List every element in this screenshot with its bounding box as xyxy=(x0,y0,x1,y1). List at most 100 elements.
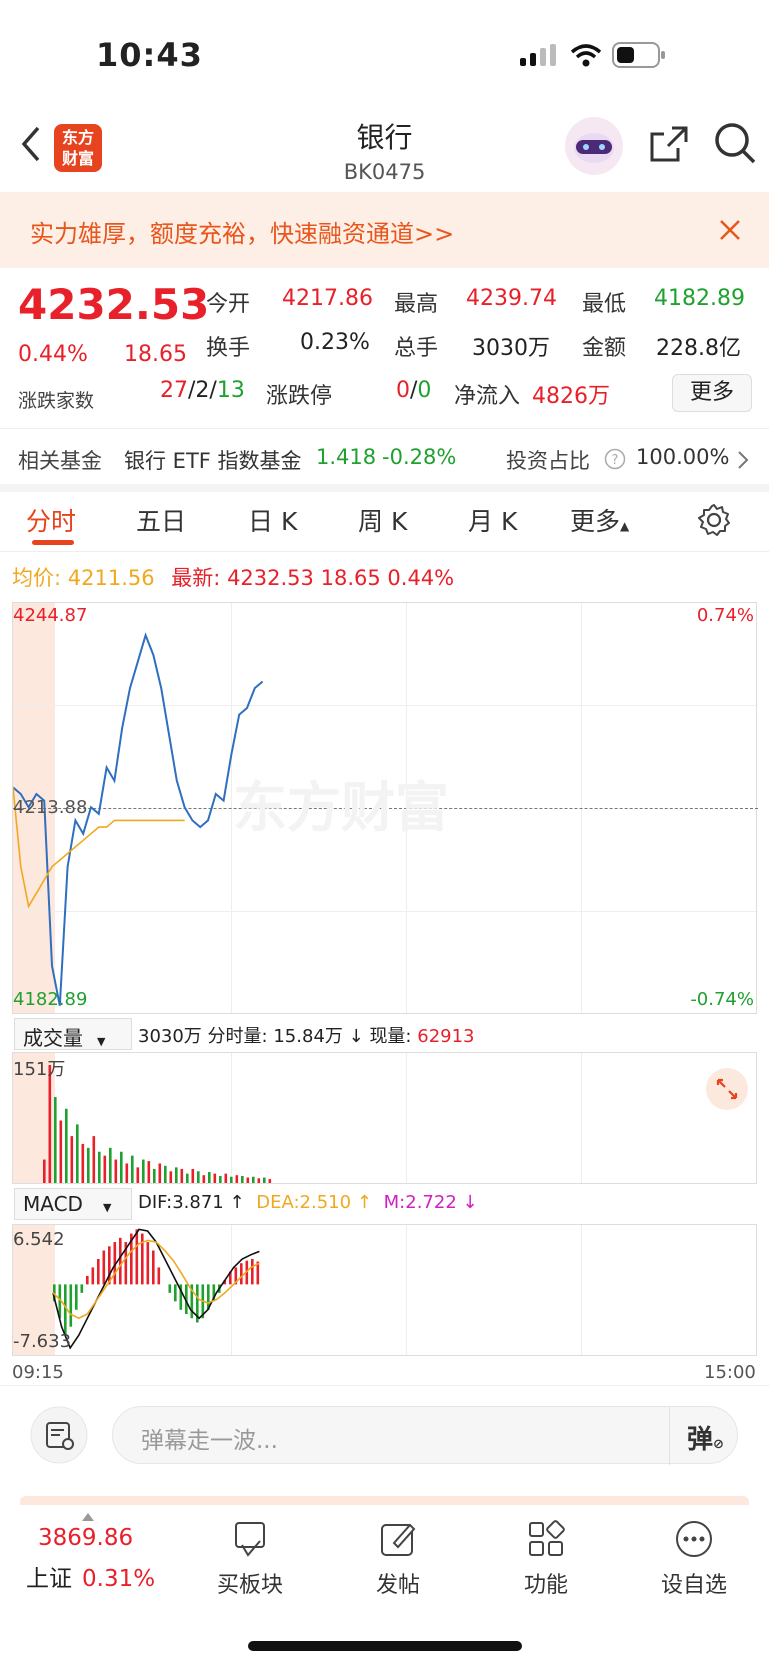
index-value[interactable]: 3869.86 xyxy=(38,1525,133,1551)
macd-y-high: 6.542 xyxy=(13,1229,65,1250)
related-fund-row[interactable]: 相关基金 银行 ETF 指数基金 1.418 -0.28% 投资占比 ? 100… xyxy=(0,428,769,492)
macd-bar xyxy=(146,1242,150,1285)
volume-bar xyxy=(120,1151,123,1183)
macd-bar xyxy=(64,1284,67,1336)
more-dots-icon xyxy=(676,1521,712,1557)
promo-banner[interactable]: 实力雄厚，额度充裕，快速融资通道>> xyxy=(0,192,769,268)
volume-value: 3030万 xyxy=(472,336,550,361)
macd-bar xyxy=(86,1275,89,1285)
macd-bar xyxy=(102,1250,106,1285)
signal-icon xyxy=(520,44,556,66)
quote-panel: 4232.53 0.44% 18.65 涨跌家数 今开 4217.86 最高 4… xyxy=(0,268,769,428)
functions-button[interactable]: 功能 xyxy=(486,1519,606,1599)
dea-line xyxy=(52,1239,260,1320)
volume-bar xyxy=(136,1167,140,1183)
more-button[interactable]: 更多 xyxy=(672,374,752,412)
volume-label: 总手 xyxy=(394,336,439,361)
volume-bar xyxy=(224,1173,228,1183)
indicator-selector-volume[interactable]: 成交量 ▼ xyxy=(14,1018,132,1050)
help-icon[interactable]: ? xyxy=(604,448,626,470)
change-pct: 0.44% xyxy=(18,342,88,367)
ratio-label: 投资占比 xyxy=(506,449,590,473)
breadth-label: 涨跌家数 xyxy=(18,390,95,412)
chart-tabs: 分时 五日 日 K 周 K 月 K 更多▲ xyxy=(0,492,769,552)
volume-bar xyxy=(87,1147,90,1183)
macd-bar xyxy=(80,1284,84,1293)
price-lines xyxy=(13,632,264,1006)
fund-name[interactable]: 银行 ETF 指数基金 xyxy=(124,445,302,475)
latest-change: 18.65 xyxy=(320,566,381,590)
volume-bar xyxy=(65,1108,68,1183)
expand-icon[interactable] xyxy=(705,1067,749,1111)
tab-five-day[interactable]: 五日 xyxy=(136,502,186,538)
volume-bar xyxy=(70,1136,74,1183)
macd-bar xyxy=(97,1258,100,1285)
volume-bar xyxy=(103,1155,107,1183)
low-label: 最低 xyxy=(582,292,627,317)
share-icon[interactable] xyxy=(648,122,692,166)
edit-icon xyxy=(381,1523,416,1556)
volume-bar xyxy=(175,1167,178,1183)
volume-info: 3030万 分时量: 15.84万 ↓ 现量: 62913 xyxy=(138,1026,475,1047)
volume-bar xyxy=(59,1120,63,1183)
tab-monthly-k[interactable]: 月 K xyxy=(468,502,517,538)
volume-bar xyxy=(197,1171,200,1183)
intraday-price-chart[interactable]: 东方财富 4244.87 4213.88 4182.89 0.74% -0.74… xyxy=(12,602,758,1014)
volume-bar xyxy=(54,1097,57,1183)
banner-text[interactable]: 实力雄厚，额度充裕，快速融资通道>> xyxy=(30,214,454,249)
index-ticker[interactable]: 上证 0.31% xyxy=(26,1559,155,1593)
macd-bar xyxy=(174,1284,177,1302)
y-tick-pct-high: 0.74% xyxy=(696,605,754,626)
tab-weekly-k[interactable]: 周 K xyxy=(358,502,407,538)
settings-icon[interactable] xyxy=(696,502,732,538)
macd-bar xyxy=(91,1267,95,1285)
add-watchlist-button[interactable]: 设自选 xyxy=(634,1519,754,1599)
tab-intraday[interactable]: 分时 xyxy=(26,502,76,538)
volume-bar xyxy=(263,1177,266,1183)
volume-bar xyxy=(109,1147,112,1183)
close-icon[interactable] xyxy=(718,218,742,242)
tab-more[interactable]: 更多▲ xyxy=(570,502,629,538)
volume-bar xyxy=(235,1175,239,1183)
caret-up-icon xyxy=(82,1513,94,1521)
indicator-selector-macd[interactable]: MACD ▼ xyxy=(14,1188,132,1220)
volume-bar xyxy=(43,1159,46,1183)
y-tick-high: 4244.87 xyxy=(13,605,88,626)
wifi-icon xyxy=(570,44,602,67)
macd-info: DIF:3.871 ↑ DEA:2.510 ↑ M:2.722 ↓ xyxy=(138,1192,478,1213)
macd-y-low: -7.633 xyxy=(13,1331,72,1352)
volume-chart[interactable]: 151万 xyxy=(12,1052,757,1184)
volume-header: 成交量 ▼ 3030万 分时量: 15.84万 ↓ 现量: 62913 xyxy=(14,1018,759,1052)
macd-bar xyxy=(240,1263,243,1285)
clock: 10:43 xyxy=(96,36,203,74)
volume-bar xyxy=(208,1172,211,1183)
barrage-input[interactable]: 弹幕走一波... 弹⊘ xyxy=(112,1406,738,1465)
buy-sector-button[interactable]: 买板块 xyxy=(190,1519,310,1599)
post-button[interactable]: 发帖 xyxy=(338,1519,458,1599)
time-end: 15:00 xyxy=(704,1362,756,1383)
y-tick-low: 4182.89 xyxy=(13,989,88,1010)
volume-bar xyxy=(142,1159,145,1183)
tab-daily-k[interactable]: 日 K xyxy=(248,502,297,538)
volume-bar xyxy=(268,1179,272,1183)
svg-text:?: ? xyxy=(612,453,619,468)
barrage-list-icon[interactable] xyxy=(30,1406,88,1464)
volume-bar xyxy=(114,1159,118,1183)
open-value: 4217.86 xyxy=(282,286,373,311)
chevron-right-icon[interactable] xyxy=(736,449,750,471)
search-icon[interactable] xyxy=(712,120,758,166)
avg-value: 4211.56 xyxy=(67,566,155,590)
inflow-value: 4826万 xyxy=(532,384,610,409)
robot-assistant-icon[interactable] xyxy=(564,116,624,176)
macd-chart[interactable]: 6.542 -7.633 xyxy=(12,1224,757,1356)
volume-bar xyxy=(164,1165,167,1183)
volume-bar xyxy=(246,1177,250,1183)
volume-bar xyxy=(147,1161,151,1183)
home-indicator xyxy=(248,1641,522,1651)
barrage-toggle-icon[interactable]: 弹⊘ xyxy=(687,1419,724,1456)
latest-value: 4232.53 xyxy=(227,566,314,590)
low-value: 4182.89 xyxy=(654,286,745,311)
limit-values: 0/0 xyxy=(396,378,432,403)
breadth-values: 27/2/13 xyxy=(160,378,245,403)
volume-bar xyxy=(257,1178,261,1183)
